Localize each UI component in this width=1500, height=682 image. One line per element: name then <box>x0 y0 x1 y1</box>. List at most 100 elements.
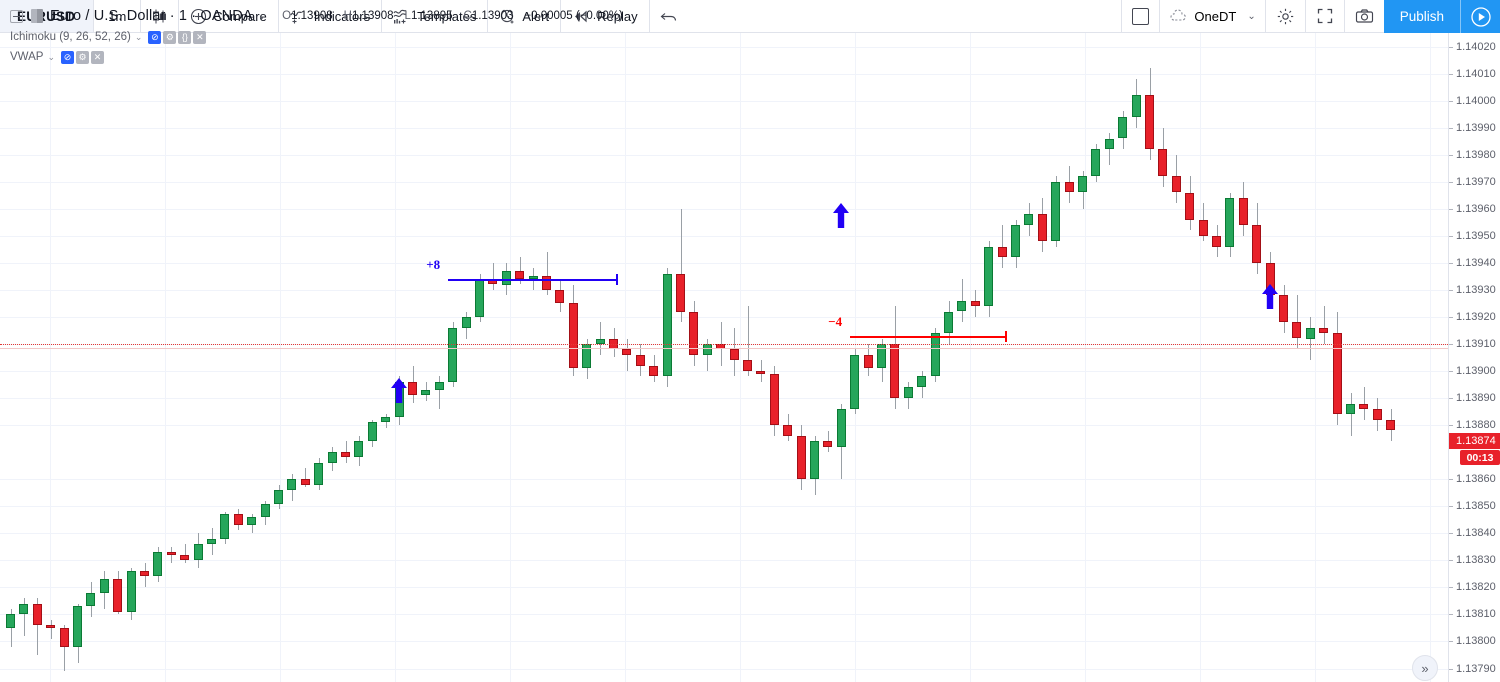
chart-canvas[interactable]: +8+8−4+8 <box>0 33 1448 682</box>
visibility-icon[interactable]: ⊘ <box>148 30 162 44</box>
indicator-name[interactable]: Ichimoku (9, 26, 52, 26) <box>10 31 131 43</box>
chevron-down-icon[interactable]: ⌄ <box>47 52 55 63</box>
candle-body-bullish <box>1024 214 1034 225</box>
play-button[interactable] <box>1460 0 1500 33</box>
candle-body-bearish <box>46 625 56 628</box>
candle-body-bullish <box>1131 95 1141 117</box>
visibility-icon[interactable]: ⊘ <box>61 50 74 64</box>
collapse-icon[interactable] <box>10 9 23 23</box>
camera-icon <box>1355 8 1374 24</box>
price-axis-label: 1.13900 <box>1456 365 1496 377</box>
candle-body-bullish <box>1091 149 1101 177</box>
grid-line-horizontal <box>0 100 1448 102</box>
candle-body-bearish <box>743 360 752 371</box>
candle-body-bullish <box>944 311 953 334</box>
grid-line-vertical <box>510 33 511 682</box>
settings-icon[interactable]: ⚙ <box>163 30 177 44</box>
candle-body-bearish <box>890 344 900 399</box>
price-axis-label: 1.13910 <box>1456 338 1496 350</box>
candle-body-bearish <box>1171 176 1181 193</box>
level-line-endpoint[interactable] <box>616 274 618 286</box>
candle-body-bearish <box>140 571 149 577</box>
scroll-to-realtime-button[interactable]: » <box>1412 655 1438 681</box>
candle-body-bearish <box>1158 149 1168 177</box>
price-axis-label: 1.13960 <box>1456 202 1496 215</box>
price-axis-tick <box>1449 587 1453 589</box>
candle-body-bullish <box>434 381 444 390</box>
candle-body-bullish <box>1346 403 1355 415</box>
candle-wick <box>51 619 52 639</box>
candle-body-bearish <box>676 273 685 312</box>
legend-indicator-vwap: VWAP ⌄ ⊘ ⚙ ✕ <box>10 48 623 66</box>
price-axis-tick <box>1449 479 1453 481</box>
chevron-down-icon[interactable]: ⌄ <box>135 32 143 43</box>
candle-body-bullish <box>247 517 257 526</box>
candle-body-bearish <box>756 371 766 374</box>
price-axis[interactable]: 1.14020 1.14010 1.14000 1.13990 1.13980 1.139… <box>1449 33 1500 682</box>
grid-line-horizontal <box>0 262 1448 264</box>
price-axis-label: 1.13970 <box>1456 175 1496 188</box>
layout-single-button[interactable] <box>1122 0 1159 32</box>
price-axis-label: 1.13920 <box>1456 310 1496 323</box>
indicator-name[interactable]: VWAP <box>10 51 43 63</box>
candle-body-bullish <box>1051 181 1061 242</box>
chart-legend: Euro / U.S. Dollar · 1 · OANDA ⌄ O1.1390… <box>10 6 623 66</box>
legend-title[interactable]: Euro / U.S. Dollar · 1 · OANDA <box>50 8 253 24</box>
price-axis-tick <box>1449 262 1453 264</box>
arrow-up-icon <box>830 202 852 235</box>
close-icon[interactable]: ✕ <box>193 30 207 44</box>
grid-line-vertical <box>740 33 741 682</box>
price-axis-label: 1.13990 <box>1456 121 1496 134</box>
candle-body-bullish <box>126 571 136 612</box>
source-code-icon[interactable]: {} <box>178 30 192 44</box>
grid-line-horizontal <box>0 668 1448 670</box>
candle-wick <box>171 546 172 563</box>
candle-body-bullish <box>260 503 270 517</box>
price-axis-label: 1.13930 <box>1456 283 1496 296</box>
cloud-icon <box>1169 9 1188 23</box>
level-line[interactable] <box>448 279 618 282</box>
legend-change: −0.00005 (−0.00%) <box>524 10 623 22</box>
candle-body-bullish <box>930 333 940 377</box>
chevron-down-icon: ⌄ <box>1247 10 1256 22</box>
undo-button[interactable] <box>650 0 688 32</box>
layout-name-button[interactable]: OneDT ⌄ <box>1160 0 1264 32</box>
level-line-label: +8 <box>426 257 441 273</box>
grid-line-vertical <box>1430 33 1431 682</box>
price-axis-tick <box>1449 100 1453 102</box>
price-axis-tick <box>1449 641 1453 643</box>
fullscreen-button[interactable] <box>1306 0 1344 32</box>
candle-body-bearish <box>59 627 69 647</box>
level-line-endpoint[interactable] <box>1004 330 1007 342</box>
settings-icon[interactable]: ⚙ <box>76 50 89 64</box>
price-axis-tick <box>1449 533 1453 535</box>
candle-body-bearish <box>1064 181 1074 193</box>
level-line[interactable] <box>850 335 1007 338</box>
price-axis-tick <box>1449 208 1453 210</box>
chevron-down-icon[interactable]: ⌄ <box>258 11 266 22</box>
candle-body-bearish <box>1212 235 1221 247</box>
bar-countdown-badge: 00:13 <box>1460 450 1500 466</box>
candle-body-bearish <box>635 354 645 366</box>
candle-body-bullish <box>327 452 337 463</box>
grid-line-vertical <box>50 33 51 682</box>
level-line-label: −4 <box>828 313 843 329</box>
undo-icon <box>660 8 678 25</box>
settings-button[interactable] <box>1266 0 1305 32</box>
close-icon[interactable]: ✕ <box>91 50 104 64</box>
vwap-band <box>0 347 1448 349</box>
candle-body-bullish <box>1011 225 1020 258</box>
grid-line-vertical <box>1085 33 1086 682</box>
price-axis-tick <box>1449 560 1453 562</box>
candle-body-bullish <box>448 327 458 382</box>
price-axis-tick <box>1449 344 1453 345</box>
candle-body-bullish <box>1118 116 1128 139</box>
snapshot-button[interactable] <box>1345 0 1384 32</box>
grid-line-horizontal <box>0 587 1448 589</box>
publish-button[interactable]: Publish <box>1383 0 1460 33</box>
candle-body-bullish <box>501 271 511 285</box>
current-price-tag[interactable]: 1.13874 <box>1449 433 1500 450</box>
price-axis-label: 1.13820 <box>1456 581 1496 594</box>
grid-line-horizontal <box>0 398 1448 400</box>
legend-high: H1.13908 <box>343 10 394 22</box>
